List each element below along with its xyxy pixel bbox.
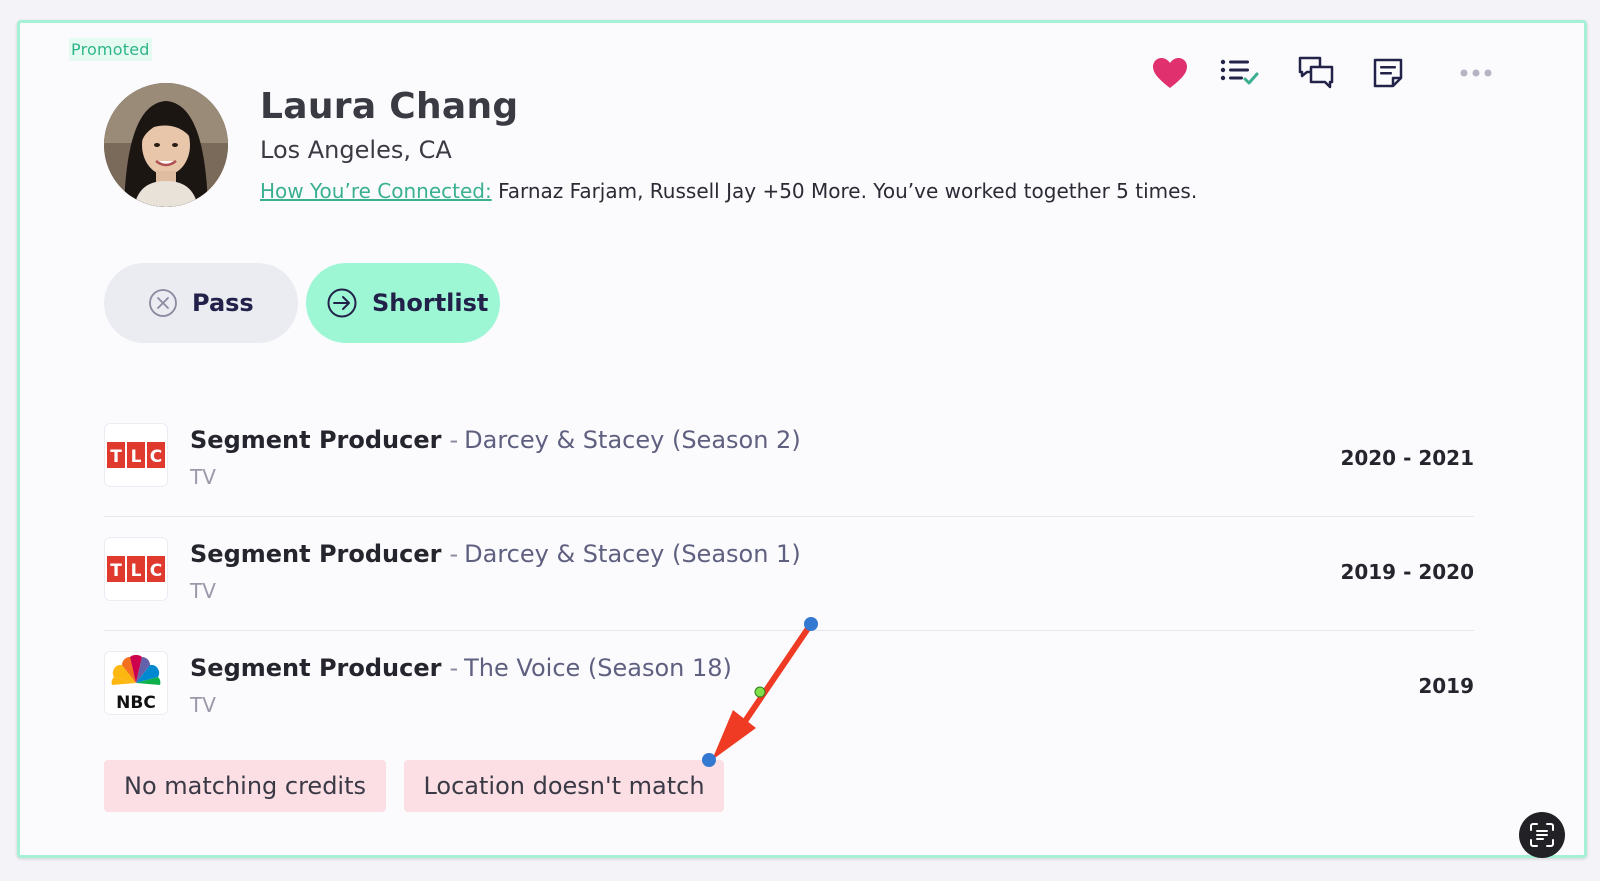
svg-text:L: L <box>131 447 142 467</box>
credit-title: Segment Producer - Darcey & Stacey (Season… <box>190 426 801 454</box>
chat-icon[interactable] <box>1296 53 1336 93</box>
credit-separator: - <box>449 426 459 454</box>
credit-role: Segment Producer <box>190 540 442 568</box>
promoted-badge: Promoted <box>69 38 152 61</box>
enter-arrow-icon <box>327 288 357 318</box>
credit-years: 2020 - 2021 <box>1340 446 1474 470</box>
connection-text: Farnaz Farjam, Russell Jay +50 More. You… <box>498 179 1198 203</box>
credit-show: Darcey & Stacey (Season 2) <box>464 426 801 454</box>
pass-button[interactable]: Pass <box>104 263 298 343</box>
credit-title: Segment Producer - Darcey & Stacey (Season… <box>190 540 801 568</box>
credit-role: Segment Producer <box>190 654 442 682</box>
candidate-card: Promoted Laura Chang Los Angeles, CA How… <box>17 20 1587 858</box>
how-connected-link[interactable]: How You’re Connected: <box>260 179 492 203</box>
credit-show: The Voice (Season 18) <box>464 654 732 682</box>
svg-text:T: T <box>110 561 122 581</box>
tag-no-matching-credits: No matching credits <box>104 760 386 812</box>
card-toolbar <box>1150 53 1510 93</box>
tag-location-mismatch: Location doesn't match <box>404 760 724 812</box>
close-circle-icon <box>149 289 177 317</box>
credit-type: TV <box>190 693 216 717</box>
credit-title: Segment Producer - The Voice (Season 18) <box>190 654 732 682</box>
credit-row[interactable]: T L C Segment Producer - Darcey & Stacey (… <box>104 517 1474 631</box>
credit-separator: - <box>449 540 459 568</box>
candidate-location: Los Angeles, CA <box>260 136 452 164</box>
credit-type: TV <box>190 579 216 603</box>
credit-row[interactable]: NBC Segment Producer - The Voice (Season 1… <box>104 631 1474 745</box>
pass-label: Pass <box>192 289 254 317</box>
note-icon[interactable] <box>1368 53 1408 93</box>
svg-text:L: L <box>131 561 142 581</box>
tlc-logo: T L C <box>104 423 168 487</box>
credits-list: T L C Segment Producer - Darcey & Stacey (… <box>104 403 1474 745</box>
tlc-logo: T L C <box>104 537 168 601</box>
credit-type: TV <box>190 465 216 489</box>
scan-text-icon[interactable] <box>1519 812 1565 858</box>
credit-years: 2019 - 2020 <box>1340 560 1474 584</box>
credit-row[interactable]: T L C Segment Producer - Darcey & Stacey (… <box>104 403 1474 517</box>
avatar <box>104 83 228 207</box>
candidate-name: Laura Chang <box>260 86 519 127</box>
more-icon[interactable] <box>1456 53 1496 93</box>
credit-years: 2019 <box>1418 674 1474 698</box>
credit-role: Segment Producer <box>190 426 442 454</box>
svg-text:T: T <box>110 447 122 467</box>
shortlist-button[interactable]: Shortlist <box>306 263 500 343</box>
heart-icon[interactable] <box>1150 53 1190 93</box>
shortlist-label: Shortlist <box>372 289 489 317</box>
credit-show: Darcey & Stacey (Season 1) <box>464 540 801 568</box>
svg-text:C: C <box>150 561 162 581</box>
svg-text:C: C <box>150 447 162 467</box>
nbc-logo: NBC <box>104 651 168 715</box>
checklist-icon[interactable] <box>1220 53 1260 93</box>
svg-text:NBC: NBC <box>116 693 156 713</box>
connection-info: How You’re Connected: Farnaz Farjam, Rus… <box>260 179 1197 203</box>
credit-separator: - <box>449 654 459 682</box>
